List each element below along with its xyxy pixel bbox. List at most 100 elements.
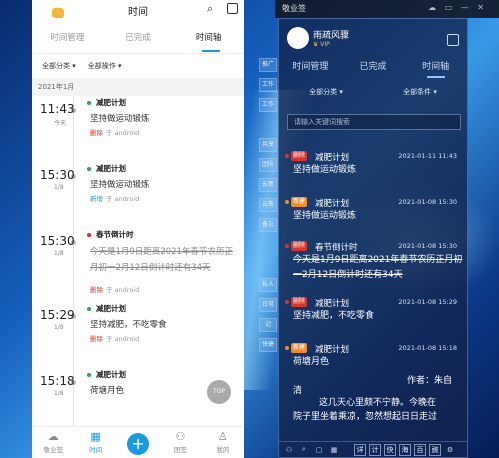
side-tab[interactable]: 快捷 [259,338,277,352]
calendar-icon[interactable] [227,3,238,14]
active-tab-indicator [427,76,445,78]
entry-title: 减肥计划 [315,199,350,209]
active-tab-indicator [202,50,220,52]
quick-button[interactable]: 计 [369,443,381,456]
widget-entry[interactable]: 新建 减肥计划 2021-01-08 15:30 坚持做运动锻炼 [279,197,467,224]
quick-button[interactable]: 详 [354,443,366,456]
side-tab[interactable]: 日常 [259,298,277,312]
team-icon: ⚇ [175,430,186,443]
entry-source: 于 android [106,195,140,203]
side-tab[interactable]: 工作 [259,98,277,112]
action-filter[interactable]: 全部操作 ▾ [88,61,122,71]
widget-entry[interactable]: 删除 减肥计划 2021-01-11 11:43 坚持做运动锻炼 [279,151,467,178]
side-tab[interactable]: 共享 [259,138,277,152]
entry-content: 坚持减肥，不吃零食 [90,320,167,330]
user-icon: ♙ [217,430,228,443]
status-badge: 新建 [291,197,308,207]
entry-content: 坚持做运动锻炼 [293,165,357,175]
tab-completed[interactable]: 已完成 [103,24,174,53]
entry-date: 2021-01-08 15:30 [398,242,457,250]
widget-entry[interactable]: 删除 减肥计划 2021-01-08 15:29 坚持减肥，不吃零食 [279,297,467,324]
side-tab[interactable]: 记 [259,318,277,332]
entry-time: 15:30 [40,234,75,248]
entry-content: 坚持做运动锻炼 [90,114,150,124]
entry-bullet-icon [285,200,289,204]
calendar-icon[interactable]: ▦ [328,446,340,454]
poem-title: 清 [293,386,303,396]
side-tab[interactable]: 云笔 [259,178,277,192]
side-tab[interactable]: 团队 [259,158,277,172]
search-icon[interactable]: ⌕ [207,2,213,16]
status-badge: 新建 [291,343,308,353]
quick-button[interactable]: 豌 [429,443,441,456]
back-to-top-button[interactable]: TOP [207,380,231,404]
tab-timeline[interactable]: 时间轴 [173,24,244,53]
side-tab[interactable]: 私人 [259,278,277,292]
quick-button[interactable]: 海 [399,443,411,456]
category-filter[interactable]: 全部分类 ▾ [42,61,76,71]
entry-bullet-icon [87,167,91,171]
cloud-icon: ☁ [47,430,59,443]
phone-tabs: 时间管理 已完成 时间轴 [32,24,244,54]
nav-team[interactable]: ⚇ 团签 [159,427,201,458]
entry-title: 减肥计划 [315,299,350,309]
timeline-entry[interactable]: 15:30 1/8 春节倒计时 今天是1月9日距离2021年春节农历正月初一2月… [32,228,244,302]
entry-content: 坚持做运动锻炼 [293,211,357,221]
side-tab[interactable]: 工作 [259,78,277,92]
entry-time: 15:30 [40,168,75,182]
tab-time-management[interactable]: 时间管理 [32,24,103,53]
entry-bullet-icon [285,154,289,158]
message-icon[interactable]: ▢ [313,446,325,454]
nav-me[interactable]: ♙ 我的 [202,427,244,458]
entry-content: 荷塘月色 [293,357,330,367]
category-filter[interactable]: 全部分类 ▾ [279,87,373,101]
quick-button[interactable]: 快 [384,443,396,456]
entry-title: 春节倒计时 [96,230,134,239]
entry-title: 减肥计划 [315,153,350,163]
entry-meta: 删除于 android [90,284,139,294]
avatar[interactable] [287,27,309,49]
tab-time-management[interactable]: 时间管理 [279,59,342,79]
nav-time[interactable]: ▦ 时间 [74,427,116,458]
status-badge: 删除 [291,241,308,251]
side-tab[interactable]: 推广 [259,58,277,72]
timeline-entry[interactable]: 15:29 1/8 减肥计划 坚持减肥，不吃零食 删除于 android [32,302,244,368]
timeline-entry[interactable]: 11:43 今天 减肥计划 坚持做运动锻炼 删除于 android [32,96,244,162]
settings-icon[interactable]: ⚙ [444,446,456,454]
quick-button[interactable]: 百 [414,443,426,456]
entry-bullet-icon [285,346,289,350]
calendar-icon[interactable] [447,34,459,46]
add-icon: + [127,433,150,455]
entry-content: 今天是1月9日距离2021年春节农历正月初一2月12日倒计时还有34天 [293,255,463,280]
widget-entry[interactable]: 新建 减肥计划 2021-01-08 15:18 荷塘月色 [279,343,467,370]
nav-label: 时间 [89,446,103,454]
nav-add[interactable]: + [117,427,159,458]
side-tab[interactable]: 备忘 [259,218,277,232]
condition-filter[interactable]: 全部条件 ▾ [373,87,467,101]
team-icon[interactable]: ⚇ [283,446,295,454]
entry-source: 于 android [106,129,140,137]
entry-content: 荷塘月色 [90,386,125,396]
window-controls[interactable]: ☁ ▭ — ✕ [428,3,487,12]
poem-text: 院子里坐着乘凉，忽然想起日日走过 [293,412,438,422]
side-tab[interactable]: 云笔 [259,198,277,212]
tab-completed[interactable]: 已完成 [342,59,405,79]
timeline-entry[interactable]: 15:30 1/8 减肥计划 坚持做运动锻炼 新增于 android [32,162,244,228]
nav-label: 敬业签 [43,446,63,454]
phone-filters: 全部分类 ▾ 全部操作 ▾ [32,54,244,78]
entry-action: 删除 [90,335,103,343]
phone-header: 时间 ⌕ [32,0,244,24]
nav-home[interactable]: ☁ 敬业签 [32,427,74,458]
nav-label: 团签 [173,446,187,454]
calendar-icon: ▦ [90,430,101,443]
widget-entry[interactable]: 删除 春节倒计时 2021-01-08 15:30 今天是1月9日距离2021年… [279,241,467,283]
search-icon[interactable]: ⌕ [298,445,310,454]
entry-date: 今天 [54,120,67,127]
entry-time: 15:18 [40,374,75,388]
entry-source: 于 android [106,335,140,343]
entry-date: 2021-01-08 15:29 [398,298,457,306]
search-input[interactable]: 请输入关键词搜索 [287,114,461,130]
entry-time: 15:29 [40,308,75,322]
entry-time: 11:43 [40,102,75,116]
user-name: 雨疏风骤 [313,31,350,41]
